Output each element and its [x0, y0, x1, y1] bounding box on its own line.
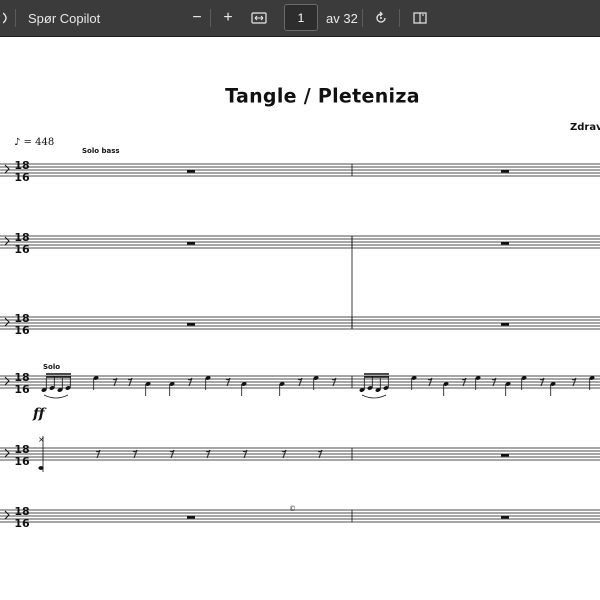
whole-rest	[501, 323, 509, 326]
whole-rest	[187, 323, 195, 326]
time-signature-bottom: 16	[14, 455, 30, 468]
whole-rest	[501, 454, 509, 457]
toolbar-divider	[15, 9, 16, 27]
whole-rest	[501, 516, 509, 519]
clef-mark	[4, 376, 10, 386]
slur	[43, 394, 69, 399]
fit-width-icon	[251, 12, 267, 24]
staves: 181618161816181618161816×	[0, 159, 600, 530]
x-note-head: ×	[38, 435, 45, 444]
whole-rest	[187, 170, 195, 173]
page-view-button[interactable]	[411, 0, 429, 36]
clef-mark	[4, 510, 10, 520]
whole-rest	[187, 242, 195, 245]
toolbar-divider	[399, 9, 400, 27]
whole-rest	[187, 516, 195, 519]
pdf-toolbar: Spør Copilot − + 1 av 32	[0, 0, 600, 37]
whole-rest	[501, 242, 509, 245]
clef-mark	[4, 448, 10, 458]
clef-mark	[4, 164, 10, 174]
page-view-icon	[413, 12, 427, 24]
note-head	[38, 466, 44, 470]
slur	[361, 394, 387, 399]
clef-mark	[4, 236, 10, 246]
ask-copilot-button[interactable]: Spør Copilot	[28, 0, 100, 36]
rotate-icon	[376, 11, 386, 23]
zoom-out-button[interactable]: −	[188, 0, 206, 36]
page-total-label: av 32	[326, 0, 358, 36]
page-total-text: av 32	[326, 10, 358, 26]
music-score: 181618161816181618161816×	[0, 159, 600, 530]
zoom-in-button[interactable]: +	[219, 0, 237, 36]
toolbar-divider	[362, 9, 363, 27]
whole-rest	[501, 170, 509, 173]
time-signature-bottom: 16	[14, 383, 30, 396]
page-number-value: 1	[297, 10, 305, 25]
copilot-icon[interactable]	[0, 0, 16, 36]
page-number-input[interactable]: 1	[284, 4, 318, 31]
rotate-button[interactable]	[372, 0, 390, 36]
zoom-in-icon: +	[223, 9, 233, 26]
time-signature-bottom: 16	[14, 171, 30, 184]
ask-copilot-label: Spør Copilot	[28, 10, 101, 26]
time-signature-bottom: 16	[14, 517, 30, 530]
fit-width-button[interactable]	[250, 0, 268, 36]
time-signature-bottom: 16	[14, 324, 30, 337]
toolbar-divider	[210, 9, 211, 27]
pdf-page: Tangle / Pleteniza Zdravko ♪ = 448 Solo …	[0, 37, 600, 600]
zoom-out-icon: −	[192, 9, 202, 26]
time-signature-bottom: 16	[14, 243, 30, 256]
clef-mark	[4, 317, 10, 327]
